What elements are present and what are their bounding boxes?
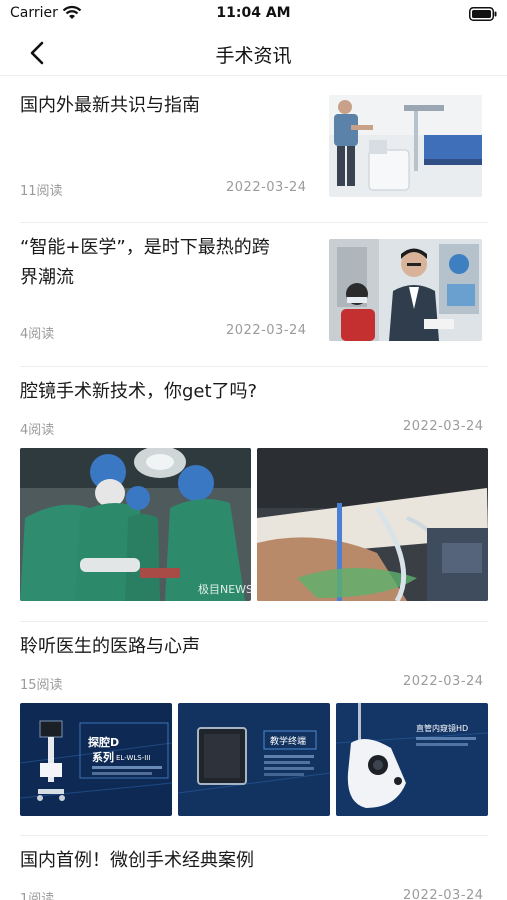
status-time: 11:04 AM (216, 5, 291, 21)
article-read-count: 15阅读 (20, 678, 63, 693)
article-date: 2022-03-24 (403, 674, 484, 689)
article-title: 国内外最新共识与指南 (20, 95, 200, 116)
article-image: 教学终端 (178, 703, 330, 816)
article-read-count: 4阅读 (20, 327, 55, 342)
page-title: 手术资讯 (215, 45, 292, 67)
article-read-count: 4阅读 (20, 423, 55, 438)
article-feed[interactable]: 国内外最新共识与指南 11阅读 2022-03-24 “智能+医学”，是时下最热… (0, 77, 507, 900)
article-thumbnail (329, 95, 482, 197)
article-item[interactable]: 聆听医生的医路与心声 15阅读 2022-03-24 探腔D 系列 EL-WLS… (20, 622, 488, 835)
article-date: 2022-03-24 (403, 419, 484, 434)
nav-bar: 手术资讯 (0, 30, 507, 76)
status-bar: Carrier 11:04 AM (0, 0, 507, 30)
image-text: 直管内窥镜HD (416, 723, 468, 733)
article-image: 直管内窥镜HD (336, 703, 488, 816)
article-title-line-2: 界潮流 (20, 267, 74, 288)
article-item[interactable]: “智能+医学”，是时下最热的跨 界潮流 4阅读 2022-03-24 (20, 223, 488, 366)
image-text: EL-WLS-III (116, 754, 150, 762)
article-date: 2022-03-24 (226, 180, 307, 195)
article-item[interactable]: 腔镜手术新技术，你get了吗? 4阅读 2022-03-24 极目NEWS (20, 367, 488, 621)
article-image: 探腔D 系列 EL-WLS-III (20, 703, 172, 816)
image-text: 探腔D (88, 735, 119, 749)
article-read-count: 11阅读 (20, 184, 63, 199)
article-thumbnail (329, 239, 482, 341)
image-text: 教学终端 (270, 735, 306, 747)
article-item[interactable]: 国内外最新共识与指南 11阅读 2022-03-24 (20, 77, 488, 222)
article-title: 腔镜手术新技术，你get了吗? (20, 381, 258, 402)
article-image (257, 448, 488, 601)
article-title-line-1: “智能+医学”，是时下最热的跨 (20, 237, 270, 258)
article-image: 极目NEWS (20, 448, 251, 601)
watermark-text: 极目NEWS (198, 582, 251, 596)
article-title: 国内首例！微创手术经典案例 (20, 850, 254, 871)
article-title: 聆听医生的医路与心声 (20, 636, 200, 657)
article-item[interactable]: 国内首例！微创手术经典案例 1阅读 2022-03-24 (20, 836, 488, 900)
image-text: 系列 (92, 750, 114, 764)
article-date: 2022-03-24 (403, 888, 484, 900)
article-date: 2022-03-24 (226, 323, 307, 338)
article-read-count: 1阅读 (20, 892, 55, 900)
battery-icon (469, 7, 497, 21)
